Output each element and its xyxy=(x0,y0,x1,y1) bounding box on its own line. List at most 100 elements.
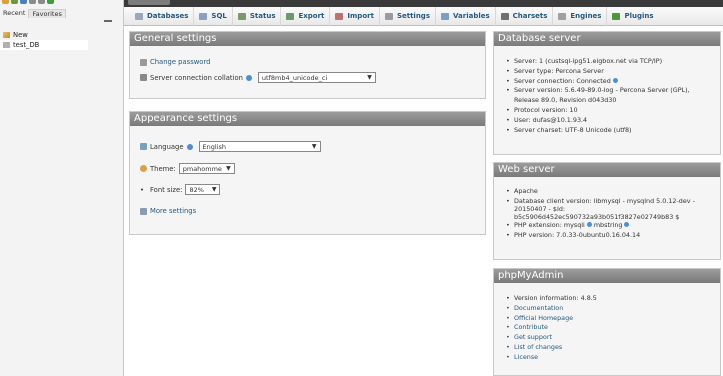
list-item-text: 20150407 - $Id: xyxy=(514,204,566,213)
language-icon xyxy=(140,143,147,150)
select-value: utf8mb4_unicode_ci xyxy=(261,73,328,82)
new-database-icon xyxy=(3,32,10,38)
web-server-panel: Web server Apache Database client versio… xyxy=(493,162,721,260)
tab-label: Variables xyxy=(452,12,490,20)
chevron-down-icon: ▼ xyxy=(367,74,372,81)
list-item-text: Release 89.0, Revision d043d30 xyxy=(514,96,617,105)
engines-icon xyxy=(558,12,567,20)
bullet: • xyxy=(140,185,145,194)
list-item: Server charset: UTF-8 Unicode (utf8) xyxy=(506,126,690,136)
font-size-label: Font size: xyxy=(150,185,183,194)
change-password-link[interactable]: Change password xyxy=(150,58,210,66)
language-label: Language xyxy=(150,142,184,151)
list-item: PHP extension: mysqli mbstring xyxy=(506,221,695,231)
database-tree: New test_DB xyxy=(0,30,124,50)
version-info: Version information: 4.8.5 xyxy=(506,294,597,304)
tab-variables[interactable]: Variables xyxy=(436,6,496,26)
theme-row: Theme: pmahomme ▼ xyxy=(140,163,235,174)
home-icon[interactable] xyxy=(2,0,9,4)
tab-sql[interactable]: SQL xyxy=(194,6,233,26)
select-value: pmahomme xyxy=(182,164,222,173)
panel-title: Appearance settings xyxy=(130,112,485,126)
changes-link[interactable]: List of changes xyxy=(506,343,597,353)
collation-icon xyxy=(140,74,147,81)
documentation-link[interactable]: Documentation xyxy=(506,304,597,314)
change-password-row: Change password xyxy=(140,58,210,66)
language-row: Language English ▼ xyxy=(140,141,321,152)
tab-recent[interactable]: Recent xyxy=(0,9,28,17)
tab-label: Status xyxy=(249,12,276,20)
theme-select[interactable]: pmahomme ▼ xyxy=(178,163,235,174)
collapse-all-icon[interactable] xyxy=(104,20,112,22)
plugins-icon xyxy=(612,12,621,20)
help-icon[interactable] xyxy=(20,0,27,4)
list-item: Protocol version: 10 xyxy=(506,106,690,116)
font-size-select[interactable]: 82% ▼ xyxy=(185,184,221,195)
phpmyadmin-panel: phpMyAdmin Version information: 4.8.5 Do… xyxy=(493,268,721,376)
font-size-row: • Font size: 82% ▼ xyxy=(140,184,221,195)
tree-item-label: test_DB xyxy=(13,41,40,49)
collation-select[interactable]: utf8mb4_unicode_ci ▼ xyxy=(257,72,376,83)
list-item: Server: 1 (custsql-ipg51.eigbox.net via … xyxy=(506,57,690,67)
chevron-down-icon: ▼ xyxy=(211,186,217,193)
reload-icon[interactable] xyxy=(47,0,54,4)
help-icon[interactable] xyxy=(186,143,193,150)
tab-export[interactable]: Export xyxy=(281,6,331,26)
list-item: Server version: 5.6.49-89.0-log - Percon… xyxy=(506,86,690,106)
gear-icon[interactable] xyxy=(38,0,45,4)
general-settings-panel: General settings Change password Server … xyxy=(129,31,486,99)
panel-title: phpMyAdmin xyxy=(494,269,720,283)
help-icon[interactable] xyxy=(624,222,630,228)
variables-icon xyxy=(440,12,449,20)
tab-label: Export xyxy=(298,12,325,20)
list-item-text: Server version: 5.6.49-89.0-log - Percon… xyxy=(514,86,690,95)
collation-label: Server connection collation xyxy=(150,73,243,82)
help-icon[interactable] xyxy=(586,222,592,228)
database-server-info: Server: 1 (custsql-ipg51.eigbox.net via … xyxy=(506,57,690,135)
phpmyadmin-info: Version information: 4.8.5 Documentation… xyxy=(506,294,597,363)
database-server-panel: Database server Server: 1 (custsql-ipg51… xyxy=(493,31,721,155)
support-link[interactable]: Get support xyxy=(506,333,597,343)
chevron-down-icon: ▼ xyxy=(311,143,317,150)
logout-icon[interactable] xyxy=(11,0,18,4)
license-link[interactable]: License xyxy=(506,353,597,363)
list-item: Database client version: libmysql - mysq… xyxy=(506,197,695,221)
wrench-icon xyxy=(384,12,393,20)
tab-status[interactable]: Status xyxy=(233,6,282,26)
tab-favorites[interactable]: Favorites xyxy=(28,8,66,18)
language-select[interactable]: English ▼ xyxy=(198,141,321,152)
wrench-icon xyxy=(140,207,147,215)
tab-engines[interactable]: Engines xyxy=(553,6,608,26)
tab-charsets[interactable]: Charsets xyxy=(496,6,554,26)
list-item-text: b5c5906d452ec590732a93b051f3827e02749b83… xyxy=(514,212,680,221)
docs-icon[interactable] xyxy=(29,0,36,4)
contribute-link[interactable]: Contribute xyxy=(506,323,597,333)
panel-title: Web server xyxy=(494,163,720,177)
tab-databases[interactable]: Databases xyxy=(130,6,195,26)
database-icon xyxy=(3,42,10,48)
tab-label: Import xyxy=(347,12,374,20)
list-item-text: Server connection: Connected xyxy=(514,76,611,85)
tab-label: Plugins xyxy=(624,12,654,20)
homepage-link[interactable]: Official Homepage xyxy=(506,314,597,324)
tree-item-label: New xyxy=(13,31,28,39)
list-item: PHP version: 7.0.33-0ubuntu0.16.04.14 xyxy=(506,231,695,241)
tree-item-test-db[interactable]: test_DB xyxy=(0,40,88,50)
tab-label: Charsets xyxy=(512,12,548,20)
more-settings-link[interactable]: More settings xyxy=(150,207,196,215)
help-icon[interactable] xyxy=(245,74,252,81)
tab-plugins[interactable]: Plugins xyxy=(607,7,658,26)
tab-settings[interactable]: Settings xyxy=(380,6,436,26)
list-item: Apache xyxy=(506,187,695,197)
list-item: User: dufas@10.1.93.4 xyxy=(506,116,690,126)
tree-item-new[interactable]: New xyxy=(0,30,124,40)
database-icon xyxy=(135,12,143,20)
tab-import[interactable]: Import xyxy=(330,6,380,26)
nav-toolbar xyxy=(2,0,54,5)
chevron-down-icon: ▼ xyxy=(226,165,231,172)
select-value: English xyxy=(202,142,227,151)
key-icon xyxy=(140,58,147,66)
server-breadcrumb[interactable] xyxy=(128,0,170,5)
list-item-text: mbstring xyxy=(593,220,623,229)
help-icon[interactable] xyxy=(612,78,618,84)
